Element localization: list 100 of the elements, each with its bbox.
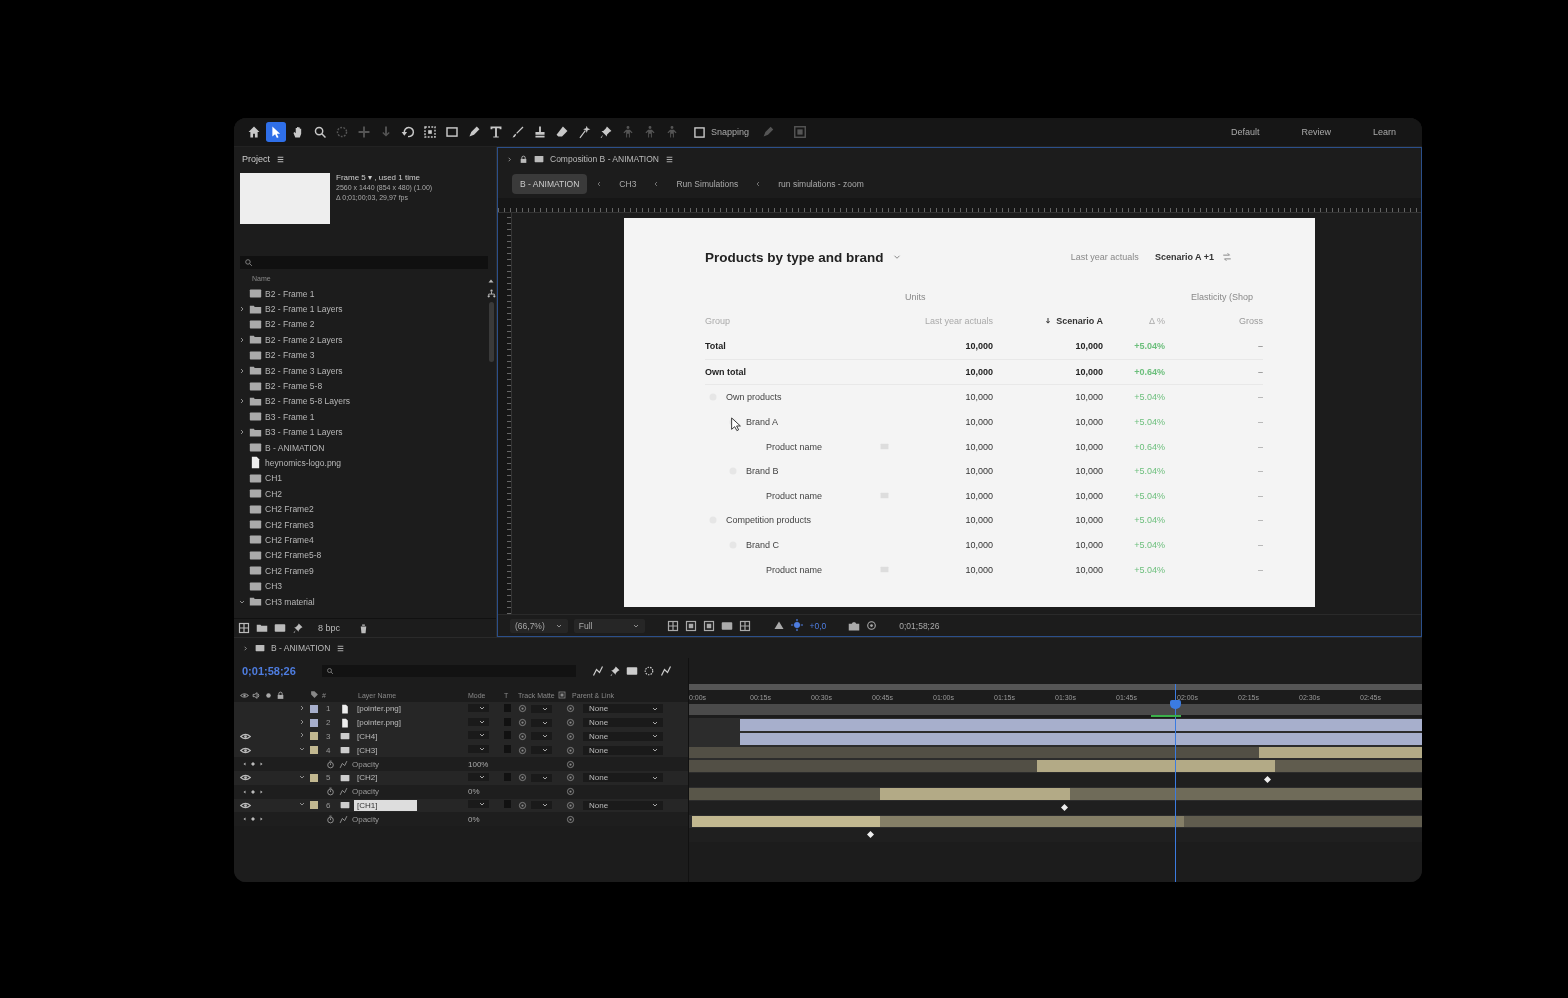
color-depth-label[interactable]: 8 bpc bbox=[318, 623, 341, 633]
lock-icon[interactable] bbox=[519, 154, 528, 164]
project-item[interactable]: CH2 Frame5-8 bbox=[265, 550, 322, 561]
label-swatch[interactable] bbox=[310, 773, 318, 782]
label-swatch[interactable] bbox=[310, 718, 318, 727]
parent-dropdown[interactable]: None bbox=[583, 773, 663, 783]
graph-editor-icon[interactable] bbox=[660, 665, 672, 677]
track-matte-dropdown[interactable] bbox=[531, 773, 552, 782]
menu-icon[interactable] bbox=[276, 154, 285, 164]
graph-icon[interactable] bbox=[339, 814, 348, 824]
project-item[interactable]: heynomics-logo.png bbox=[265, 458, 342, 468]
chevron-right-icon[interactable] bbox=[238, 305, 246, 314]
search-field[interactable] bbox=[240, 256, 488, 269]
snapshot-icon[interactable] bbox=[866, 620, 878, 631]
project-item[interactable]: B3 - Frame 1 Layers bbox=[265, 427, 343, 438]
label-swatch[interactable] bbox=[310, 704, 318, 713]
chevron-right-icon[interactable] bbox=[298, 703, 306, 712]
chevron-right-icon[interactable] bbox=[298, 731, 306, 740]
track-matte-dropdown[interactable] bbox=[531, 746, 552, 755]
solo-icon[interactable] bbox=[264, 690, 273, 700]
menu-icon[interactable] bbox=[664, 154, 674, 164]
graph-icon[interactable] bbox=[339, 787, 348, 797]
parent-dropdown[interactable]: None bbox=[583, 732, 663, 741]
graph-icon[interactable] bbox=[339, 759, 348, 769]
column-header[interactable]: Scenario A bbox=[1044, 316, 1103, 326]
current-timecode[interactable]: 0;01;58;26 bbox=[242, 665, 312, 677]
layer-name[interactable]: [CH2] bbox=[354, 772, 381, 784]
zoom-dropdown[interactable]: (66,7%) bbox=[510, 618, 568, 633]
layer-bar[interactable] bbox=[691, 815, 880, 828]
new-folder-icon[interactable] bbox=[256, 622, 268, 634]
layer-bar[interactable] bbox=[740, 732, 1422, 745]
row-label[interactable]: Product name bbox=[766, 490, 823, 501]
keyframe-icon[interactable] bbox=[1061, 803, 1069, 811]
snap-feather-icon[interactable] bbox=[793, 125, 808, 139]
current-time[interactable]: 0;01;58;26 bbox=[899, 620, 940, 631]
track-matte-icon[interactable] bbox=[518, 773, 527, 783]
track-matte-dropdown[interactable] bbox=[531, 718, 552, 727]
row-label[interactable]: Product name bbox=[766, 441, 823, 452]
layer-bar[interactable] bbox=[1258, 746, 1422, 759]
menu-icon[interactable] bbox=[336, 643, 346, 653]
property-value[interactable]: 0% bbox=[468, 814, 480, 824]
chevron-right-icon[interactable] bbox=[238, 428, 246, 437]
track-matte-dropdown[interactable] bbox=[531, 801, 552, 810]
breadcrumb-tab[interactable]: Run Simulations bbox=[668, 174, 747, 194]
search-field[interactable] bbox=[322, 665, 576, 677]
chevron-right-icon[interactable] bbox=[242, 644, 249, 652]
mode-dropdown[interactable] bbox=[468, 772, 489, 781]
project-item[interactable]: B2 - Frame 3 Layers bbox=[265, 365, 343, 376]
playhead-handle[interactable] bbox=[1170, 700, 1181, 709]
layer-bar[interactable] bbox=[879, 815, 1184, 828]
speaker-icon[interactable] bbox=[252, 690, 261, 700]
mask-icon[interactable] bbox=[703, 619, 716, 632]
chevron-right-icon[interactable] bbox=[298, 717, 306, 726]
project-item[interactable]: CH2 bbox=[265, 488, 282, 499]
snapping-checkbox[interactable] bbox=[694, 126, 705, 138]
workspace-tab[interactable]: Review bbox=[1301, 127, 1331, 137]
exposure-icon[interactable] bbox=[791, 618, 804, 631]
chevron-right-icon[interactable] bbox=[238, 366, 246, 375]
eye-icon[interactable] bbox=[240, 731, 251, 742]
layer-name[interactable]: [CH3] bbox=[354, 744, 381, 756]
row-label[interactable]: Competition products bbox=[726, 515, 812, 526]
project-item[interactable]: CH1 bbox=[265, 473, 282, 484]
stopwatch-icon[interactable] bbox=[326, 814, 335, 824]
track-matte-dropdown[interactable] bbox=[531, 732, 552, 741]
label-swatch[interactable] bbox=[310, 746, 318, 755]
parent-dropdown[interactable]: None bbox=[583, 704, 663, 714]
label-icon[interactable] bbox=[310, 690, 319, 699]
mode-dropdown[interactable] bbox=[468, 703, 489, 712]
parent-dropdown[interactable]: None bbox=[583, 745, 663, 755]
panel-title[interactable]: Composition B - ANIMATION bbox=[550, 154, 659, 164]
scroll-up-icon[interactable] bbox=[487, 277, 495, 285]
matte-icon[interactable] bbox=[557, 691, 566, 699]
project-item[interactable]: B2 - Frame 2 Layers bbox=[265, 334, 343, 345]
eye-icon[interactable] bbox=[240, 690, 249, 700]
project-item[interactable]: B - ANIMATION bbox=[265, 442, 325, 453]
project-item[interactable]: CH2 Frame2 bbox=[265, 504, 314, 515]
layer-name[interactable]: [pointer.png] bbox=[354, 717, 405, 729]
breadcrumb-tab[interactable]: CH3 bbox=[611, 174, 645, 194]
mode-dropdown[interactable] bbox=[468, 745, 489, 754]
timeline-tab[interactable]: B - ANIMATION bbox=[271, 643, 331, 653]
chevron-right-icon[interactable] bbox=[238, 397, 246, 406]
project-item[interactable]: B2 - Frame 5-8 Layers bbox=[265, 396, 351, 407]
mode-dropdown[interactable] bbox=[468, 717, 489, 726]
label-swatch[interactable] bbox=[310, 801, 318, 810]
workspace-tab[interactable]: Default bbox=[1230, 127, 1260, 137]
layer-name[interactable]: [CH1] bbox=[354, 799, 418, 811]
parent-dropdown[interactable]: None bbox=[583, 718, 663, 728]
chevron-right-icon[interactable] bbox=[238, 335, 246, 344]
layer-name[interactable]: [pointer.png] bbox=[354, 703, 405, 715]
row-label[interactable]: Product name bbox=[766, 564, 823, 575]
keyframe-icon[interactable] bbox=[867, 831, 875, 839]
transparency-grid-icon[interactable] bbox=[685, 619, 698, 632]
mode-dropdown[interactable] bbox=[468, 731, 489, 740]
pointer-icon[interactable] bbox=[266, 122, 286, 142]
row-label[interactable]: Own products bbox=[726, 392, 782, 403]
snap-edge-icon[interactable] bbox=[761, 125, 776, 139]
scenario-selector[interactable]: Scenario A +1 bbox=[1154, 252, 1214, 262]
layer-name[interactable]: [CH4] bbox=[354, 731, 381, 742]
stopwatch-icon[interactable] bbox=[326, 759, 335, 769]
keyframe-icon[interactable] bbox=[1264, 776, 1272, 784]
